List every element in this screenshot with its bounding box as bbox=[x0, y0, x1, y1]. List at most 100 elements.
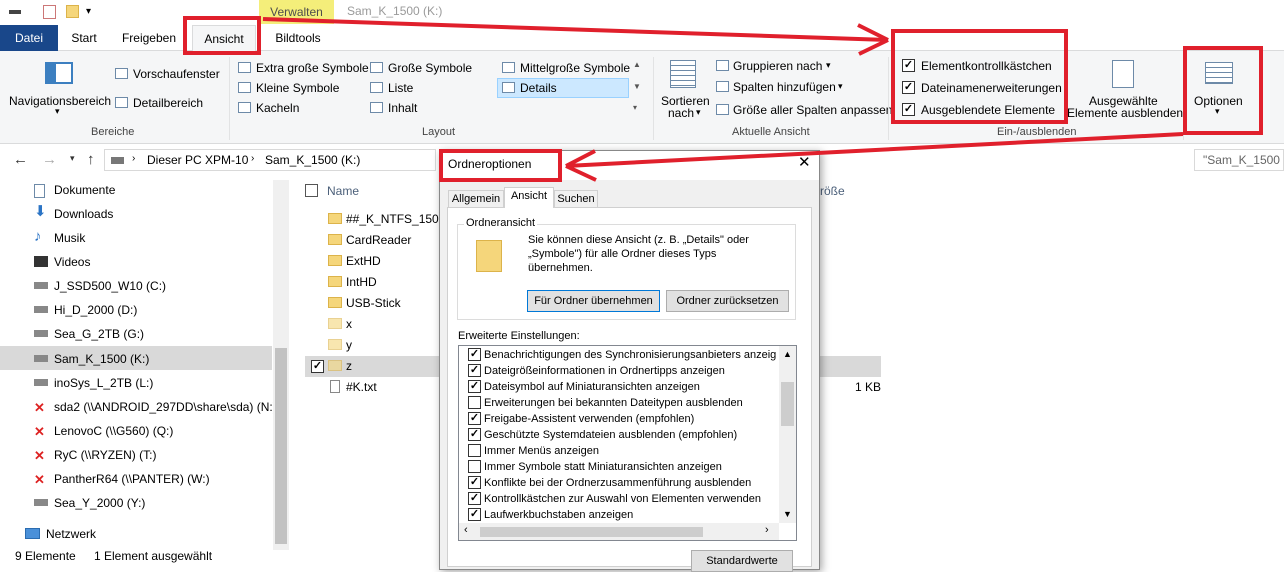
nav-item-downloads[interactable]: Downloads bbox=[54, 207, 113, 221]
nav-item-drive-c[interactable]: J_SSD500_W10 (C:) bbox=[54, 279, 166, 293]
standardwerte-button[interactable]: Standardwerte bbox=[691, 550, 793, 572]
navigationsbereich-dropdown-icon[interactable]: ▾ bbox=[55, 106, 60, 117]
file-row[interactable]: IntHD bbox=[346, 275, 377, 289]
option-checkbox[interactable] bbox=[468, 444, 481, 457]
option-label[interactable]: Immer Symbole statt Miniaturansichten an… bbox=[484, 460, 722, 474]
breadcrumb-chevron-icon[interactable]: › bbox=[251, 153, 254, 164]
groesse-spalten-button[interactable]: Größe aller Spalten anpassen bbox=[733, 103, 892, 117]
search-input[interactable]: "Sam_K_1500 (K:) bbox=[1194, 149, 1284, 171]
file-row[interactable]: #K.txt bbox=[346, 380, 377, 394]
nav-item-drive-k[interactable]: Sam_K_1500 (K:) bbox=[54, 352, 149, 366]
nav-item-netzwerk[interactable]: Netzwerk bbox=[46, 527, 96, 541]
layout-details-selected[interactable] bbox=[497, 78, 629, 98]
breadcrumb-drive[interactable]: Sam_K_1500 (K:) bbox=[265, 153, 360, 167]
fuer-ordner-uebernehmen-button[interactable]: Für Ordner übernehmen bbox=[527, 290, 660, 312]
layout-scroll-up-icon[interactable]: ▲ bbox=[633, 60, 641, 69]
option-label[interactable]: Konflikte bei der Ordnerzusammenführung … bbox=[484, 476, 751, 490]
ordner-zuruecksetzen-button[interactable]: Ordner zurücksetzen bbox=[666, 290, 789, 312]
option-checkbox[interactable]: ✓ bbox=[468, 508, 481, 521]
vorschaufenster-button[interactable]: Vorschaufenster bbox=[133, 67, 220, 81]
option-label[interactable]: Geschützte Systemdateien ausblenden (emp… bbox=[484, 428, 737, 442]
back-arrow-icon[interactable]: ← bbox=[13, 151, 28, 168]
column-header-name[interactable]: Name bbox=[327, 184, 359, 198]
scroll-right-icon[interactable]: › bbox=[765, 524, 769, 536]
nav-item-drive-n[interactable]: sda2 (\\ANDROID_297DD\share\sda) (N:) bbox=[54, 400, 277, 414]
nav-item-videos[interactable]: Videos bbox=[54, 255, 90, 269]
layout-scroll-down-icon[interactable]: ▼ bbox=[633, 82, 641, 91]
nav-item-musik[interactable]: Musik bbox=[54, 231, 85, 245]
file-row[interactable]: z bbox=[346, 359, 352, 373]
select-all-checkbox[interactable] bbox=[305, 184, 318, 197]
layout-details[interactable]: Details bbox=[520, 81, 557, 95]
layout-more-icon[interactable]: ▾ bbox=[633, 103, 637, 112]
dialog-tab-allgemein[interactable]: Allgemein bbox=[448, 190, 504, 208]
layout-kacheln[interactable]: Kacheln bbox=[256, 101, 299, 115]
sort-icon[interactable] bbox=[670, 60, 696, 88]
option-checkbox[interactable]: ✓ bbox=[468, 412, 481, 425]
advanced-vscrollbar-thumb[interactable] bbox=[781, 382, 794, 426]
option-checkbox[interactable]: ✓ bbox=[468, 492, 481, 505]
option-checkbox[interactable] bbox=[468, 460, 481, 473]
layout-extra-gross[interactable]: Extra große Symbole bbox=[256, 61, 369, 75]
gruppieren-dropdown-icon[interactable]: ▾ bbox=[826, 60, 831, 71]
file-row[interactable]: y bbox=[346, 338, 352, 352]
file-row[interactable]: USB-Stick bbox=[346, 296, 401, 310]
advanced-hscrollbar-thumb[interactable] bbox=[480, 527, 703, 537]
option-label[interactable]: Laufwerkbuchstaben anzeigen bbox=[484, 508, 633, 522]
option-label[interactable]: Kontrollkästchen zur Auswahl von Element… bbox=[484, 492, 761, 506]
option-checkbox[interactable]: ✓ bbox=[468, 476, 481, 489]
nav-item-drive-y[interactable]: Sea_Y_2000 (Y:) bbox=[54, 496, 145, 510]
option-checkbox[interactable]: ✓ bbox=[468, 380, 481, 393]
file-row[interactable]: CardReader bbox=[346, 233, 411, 247]
scroll-up-icon[interactable]: ▲ bbox=[783, 349, 792, 359]
breadcrumb-pc[interactable]: Dieser PC XPM-10 bbox=[147, 153, 248, 167]
layout-gross[interactable]: Große Symbole bbox=[388, 61, 472, 75]
nav-item-drive-w[interactable]: PantherR64 (\\PANTER) (W:) bbox=[54, 472, 210, 486]
sort-dropdown-icon[interactable]: ▾ bbox=[696, 107, 701, 118]
scroll-left-icon[interactable]: ‹ bbox=[464, 524, 468, 536]
option-checkbox[interactable] bbox=[468, 396, 481, 409]
option-label[interactable]: Benachrichtigungen des Synchronisierungs… bbox=[484, 348, 776, 362]
file-row[interactable]: ExtHD bbox=[346, 254, 381, 268]
detailbereich-button[interactable]: Detailbereich bbox=[133, 96, 203, 110]
nav-item-drive-q[interactable]: LenovoC (\\G560) (Q:) bbox=[54, 424, 173, 438]
tab-bildtools[interactable]: Bildtools bbox=[262, 25, 334, 51]
close-icon[interactable]: ✕ bbox=[798, 153, 811, 171]
recent-chevron-icon[interactable]: ▾ bbox=[70, 153, 75, 164]
nav-item-drive-t[interactable]: RyC (\\RYZEN) (T:) bbox=[54, 448, 156, 462]
advanced-vscrollbar[interactable] bbox=[779, 346, 796, 523]
layout-inhalt[interactable]: Inhalt bbox=[388, 101, 417, 115]
option-checkbox[interactable]: ✓ bbox=[468, 348, 481, 361]
option-label[interactable]: Dateigrößeinformationen in Ordnertipps a… bbox=[484, 364, 725, 378]
sortieren-nach-label[interactable]: nach bbox=[668, 106, 694, 120]
file-row-checkbox[interactable]: ✓ bbox=[311, 360, 324, 373]
option-checkbox[interactable]: ✓ bbox=[468, 364, 481, 377]
dialog-tab-suchen[interactable]: Suchen bbox=[554, 190, 598, 208]
file-row[interactable]: x bbox=[346, 317, 352, 331]
window-menu-icon[interactable] bbox=[9, 10, 21, 14]
option-label[interactable]: Immer Menüs anzeigen bbox=[484, 444, 599, 458]
scroll-down-icon[interactable]: ▼ bbox=[783, 509, 792, 519]
hide-selected-icon[interactable] bbox=[1112, 60, 1134, 88]
nav-item-drive-d[interactable]: Hi_D_2000 (D:) bbox=[54, 303, 137, 317]
layout-klein[interactable]: Kleine Symbole bbox=[256, 81, 339, 95]
dialog-tab-ansicht[interactable]: Ansicht bbox=[504, 187, 554, 208]
column-header-size[interactable]: röße bbox=[820, 184, 845, 198]
ausgewaehlte-label-2[interactable]: Elemente ausblenden bbox=[1067, 106, 1183, 120]
tab-start[interactable]: Start bbox=[62, 25, 106, 51]
nav-item-drive-g[interactable]: Sea_G_2TB (G:) bbox=[54, 327, 144, 341]
up-arrow-icon[interactable]: ↑ bbox=[87, 151, 95, 168]
spalten-button[interactable]: Spalten hinzufügen bbox=[733, 80, 836, 94]
new-folder-icon[interactable] bbox=[66, 5, 79, 18]
tab-datei[interactable]: Datei bbox=[0, 25, 58, 51]
option-label[interactable]: Dateisymbol auf Miniaturansichten anzeig… bbox=[484, 380, 700, 394]
gruppieren-button[interactable]: Gruppieren nach bbox=[733, 59, 822, 73]
forward-arrow-icon[interactable]: → bbox=[42, 151, 57, 168]
properties-icon[interactable] bbox=[43, 5, 56, 19]
option-checkbox[interactable]: ✓ bbox=[468, 428, 481, 441]
navigationsbereich-button[interactable]: Navigationsbereich bbox=[9, 94, 111, 108]
context-tab-verwalten[interactable]: Verwalten bbox=[259, 0, 334, 24]
spalten-dropdown-icon[interactable]: ▾ bbox=[838, 81, 843, 92]
nav-item-drive-l[interactable]: inoSys_L_2TB (L:) bbox=[54, 376, 153, 390]
navigation-pane-icon[interactable] bbox=[45, 62, 73, 84]
